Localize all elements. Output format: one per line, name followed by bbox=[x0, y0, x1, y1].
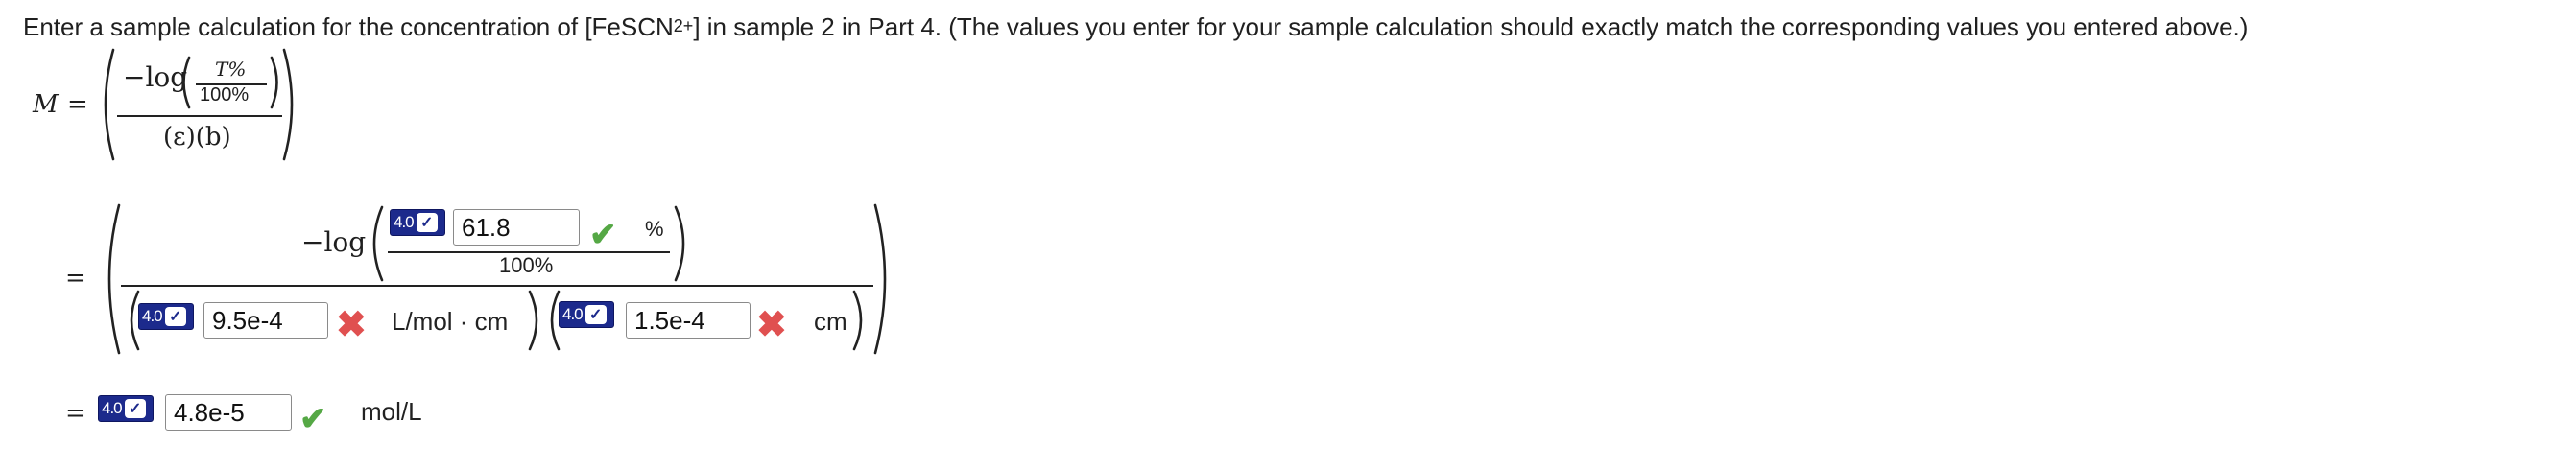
eps-version-badge[interactable]: 4.0 ✓ bbox=[138, 303, 194, 330]
b-close-paren bbox=[852, 290, 863, 351]
formula-inner-open-paren bbox=[182, 56, 191, 109]
formula-inner-close-paren bbox=[270, 56, 278, 109]
concentration-correct-icon: ✔ bbox=[299, 401, 327, 437]
concentration-input[interactable] bbox=[165, 394, 292, 431]
row2-log-open-paren bbox=[372, 205, 384, 282]
row2-log-close-paren bbox=[674, 205, 685, 282]
question-prompt: Enter a sample calculation for the conce… bbox=[23, 10, 2248, 47]
prompt-text-after: ] in sample 2 in Part 4. (The values you… bbox=[693, 12, 2249, 41]
row2-outer-open-paren bbox=[107, 203, 121, 355]
check-icon: ✓ bbox=[584, 305, 607, 324]
result-version-badge[interactable]: 4.0 ✓ bbox=[98, 395, 154, 422]
check-icon: ✓ bbox=[124, 399, 146, 418]
molar-absorptivity-unit: L/mol · cm bbox=[392, 307, 509, 336]
row2-neglog: −log bbox=[301, 226, 367, 258]
row2-main-fraction-line bbox=[121, 285, 873, 287]
version-label: 4.0 bbox=[102, 399, 123, 417]
row2-hundred-percent: 100% bbox=[499, 253, 554, 277]
row2-outer-close-paren bbox=[873, 203, 887, 355]
version-label: 4.0 bbox=[142, 307, 163, 325]
formula-hundred-percent: 100% bbox=[200, 84, 250, 106]
prompt-text-before: Enter a sample calculation for the conce… bbox=[23, 12, 674, 41]
formula-main-fraction-line bbox=[117, 115, 282, 117]
transmittance-input[interactable] bbox=[453, 209, 580, 246]
check-icon: ✓ bbox=[416, 213, 438, 232]
prompt-superscript: 2+ bbox=[673, 16, 694, 35]
version-label: 4.0 bbox=[562, 305, 584, 323]
path-length-unit: cm bbox=[814, 307, 847, 336]
row2-equals: = bbox=[65, 264, 86, 293]
version-label: 4.0 bbox=[394, 213, 415, 231]
eps-close-paren bbox=[528, 290, 538, 351]
molar-absorptivity-input[interactable] bbox=[203, 302, 328, 339]
b-version-badge[interactable]: 4.0 ✓ bbox=[559, 301, 614, 328]
formula-lhs: M bbox=[33, 90, 59, 119]
transmittance-correct-icon: ✔ bbox=[589, 217, 617, 253]
check-icon: ✓ bbox=[164, 307, 186, 326]
formula-t-percent: T% bbox=[215, 58, 247, 81]
t-version-badge[interactable]: 4.0 ✓ bbox=[390, 209, 445, 236]
formula-eps-b: (ε)(b) bbox=[163, 123, 231, 152]
formula-outer-open-paren bbox=[104, 48, 115, 161]
molar-absorptivity-incorrect-icon: ✖ bbox=[336, 305, 367, 345]
path-length-incorrect-icon: ✖ bbox=[756, 305, 787, 345]
transmittance-unit: % bbox=[645, 217, 664, 241]
formula-equals: = bbox=[67, 90, 88, 119]
path-length-input[interactable] bbox=[626, 302, 751, 339]
concentration-unit: mol/L bbox=[361, 397, 422, 426]
row3-equals: = bbox=[65, 399, 86, 428]
